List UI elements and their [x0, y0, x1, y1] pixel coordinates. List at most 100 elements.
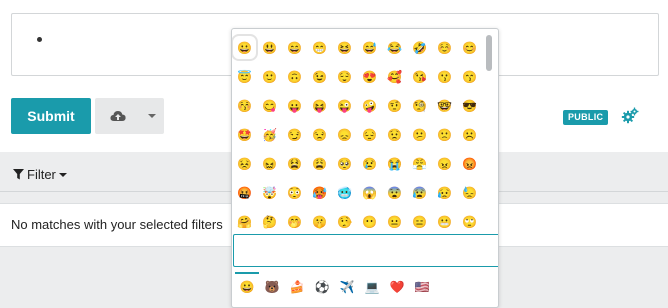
emoji-button[interactable]: 🤫: [307, 207, 332, 236]
tab-flags[interactable]: 🇺🇸: [411, 276, 433, 298]
emoji-button[interactable]: 🥳: [257, 120, 282, 149]
emoji-button[interactable]: 😁: [307, 33, 332, 62]
symbols-icon: ❤️: [389, 280, 405, 294]
emoji-button[interactable]: 😅: [357, 33, 382, 62]
emoji-button[interactable]: 😞: [332, 120, 357, 149]
emoji-button[interactable]: 🤩: [232, 120, 257, 149]
tab-travel[interactable]: ✈️: [336, 276, 358, 298]
emoji-button[interactable]: 😑: [407, 207, 432, 236]
emoji-button[interactable]: 😘: [407, 62, 432, 91]
emoji-button[interactable]: 😱: [357, 178, 382, 207]
emoji-button[interactable]: 😨: [382, 178, 407, 207]
emoji-button[interactable]: 😓: [457, 178, 482, 207]
emoji-button[interactable]: 😔: [357, 120, 382, 149]
emoji-button[interactable]: 🤭: [282, 207, 307, 236]
emoji-button[interactable]: 😗: [432, 62, 457, 91]
emoji-glyph: 😨: [387, 185, 402, 200]
emoji-glyph: 😎: [462, 98, 477, 113]
emoji-button[interactable]: 🥺: [332, 149, 357, 178]
emoji-button[interactable]: ☺️: [432, 33, 457, 62]
emoji-button[interactable]: 😎: [457, 91, 482, 120]
emoji-button[interactable]: 😌: [332, 62, 357, 91]
emoji-button[interactable]: 😛: [282, 91, 307, 120]
emoji-glyph: 🤨: [387, 98, 402, 113]
emoji-button[interactable]: 😟: [382, 120, 407, 149]
emoji-button[interactable]: 😢: [357, 149, 382, 178]
tab-animals[interactable]: 🐻: [261, 276, 283, 298]
emoji-button[interactable]: 😤: [407, 149, 432, 178]
tab-activity[interactable]: ⚽: [311, 276, 333, 298]
emoji-button[interactable]: 😖: [257, 149, 282, 178]
cloud-upload-icon: [110, 111, 126, 121]
emoji-button[interactable]: 😩: [307, 149, 332, 178]
emoji-button[interactable]: 😆: [332, 33, 357, 62]
emoji-search-input[interactable]: [233, 234, 498, 267]
tab-smileys[interactable]: 😀: [236, 276, 258, 298]
emoji-button[interactable]: 🥵: [307, 178, 332, 207]
emoji-button[interactable]: 🙁: [432, 120, 457, 149]
emoji-button[interactable]: 🙂: [257, 62, 282, 91]
tab-objects[interactable]: 💻: [361, 276, 383, 298]
scrollbar-thumb[interactable]: [486, 35, 492, 71]
emoji-button[interactable]: 🙃: [282, 62, 307, 91]
emoji-button[interactable]: 😚: [232, 91, 257, 120]
emoji-button[interactable]: 🤣: [407, 33, 432, 62]
emoji-button[interactable]: 😝: [307, 91, 332, 120]
visibility-badge[interactable]: PUBLIC: [563, 110, 609, 125]
gears-settings-icon[interactable]: [621, 107, 639, 125]
emoji-scrollbar[interactable]: [483, 33, 494, 231]
emoji-button[interactable]: 😥: [432, 178, 457, 207]
emoji-button[interactable]: 🤗: [232, 207, 257, 236]
emoji-button[interactable]: 😒: [307, 120, 332, 149]
emoji-button[interactable]: 😄: [282, 33, 307, 62]
emoji-button[interactable]: 🥰: [382, 62, 407, 91]
emoji-button[interactable]: 🥶: [332, 178, 357, 207]
emoji-button[interactable]: 😊: [457, 33, 482, 62]
emoji-button[interactable]: 🤨: [382, 91, 407, 120]
emoji-button[interactable]: 🤓: [432, 91, 457, 120]
emoji-button[interactable]: 😰: [407, 178, 432, 207]
emoji-button[interactable]: 😬: [432, 207, 457, 236]
emoji-button[interactable]: 😡: [457, 149, 482, 178]
emoji-button[interactable]: 😠: [432, 149, 457, 178]
emoji-button[interactable]: 😣: [232, 149, 257, 178]
emoji-button[interactable]: 😏: [282, 120, 307, 149]
emoji-button[interactable]: 😃: [257, 33, 282, 62]
emoji-button[interactable]: 😂: [382, 33, 407, 62]
emoji-button[interactable]: 😐: [382, 207, 407, 236]
emoji-button[interactable]: 🤔: [257, 207, 282, 236]
emoji-button[interactable]: 😋: [257, 91, 282, 120]
emoji-button[interactable]: 🙄: [457, 207, 482, 236]
tab-food[interactable]: 🍰: [286, 276, 308, 298]
emoji-button[interactable]: 🧐: [407, 91, 432, 120]
flags-icon: 🇺🇸: [414, 280, 430, 294]
emoji-button[interactable]: 😳: [282, 178, 307, 207]
tab-symbols[interactable]: ❤️: [386, 276, 408, 298]
emoji-glyph: 🤥: [337, 214, 352, 229]
emoji-glyph: 😩: [312, 156, 327, 171]
emoji-button[interactable]: 🤬: [232, 178, 257, 207]
emoji-button[interactable]: 😶: [357, 207, 382, 236]
emoji-button[interactable]: ☹️: [457, 120, 482, 149]
emoji-button[interactable]: 😜: [332, 91, 357, 120]
chevron-down-icon[interactable]: [148, 114, 156, 118]
emoji-button[interactable]: 😇: [232, 62, 257, 91]
emoji-button[interactable]: 😀: [232, 33, 258, 62]
emoji-glyph: 😕: [412, 127, 427, 142]
emoji-button[interactable]: 🤯: [257, 178, 282, 207]
emoji-glyph: 😳: [287, 185, 302, 200]
emoji-button[interactable]: 😉: [307, 62, 332, 91]
emoji-glyph: 😗: [437, 69, 452, 84]
emoji-button[interactable]: 😫: [282, 149, 307, 178]
emoji-glyph: 🤔: [262, 214, 277, 229]
emoji-button[interactable]: 🤥: [332, 207, 357, 236]
emoji-button[interactable]: 🤪: [357, 91, 382, 120]
emoji-button[interactable]: 😍: [357, 62, 382, 91]
emoji-button[interactable]: 😙: [457, 62, 482, 91]
filter-dropdown[interactable]: Filter: [13, 167, 67, 182]
submit-button[interactable]: Submit: [11, 98, 91, 134]
upload-dropdown[interactable]: [95, 98, 164, 134]
emoji-button[interactable]: 😕: [407, 120, 432, 149]
emoji-button[interactable]: 😭: [382, 149, 407, 178]
emoji-glyph: 🤭: [287, 214, 302, 229]
